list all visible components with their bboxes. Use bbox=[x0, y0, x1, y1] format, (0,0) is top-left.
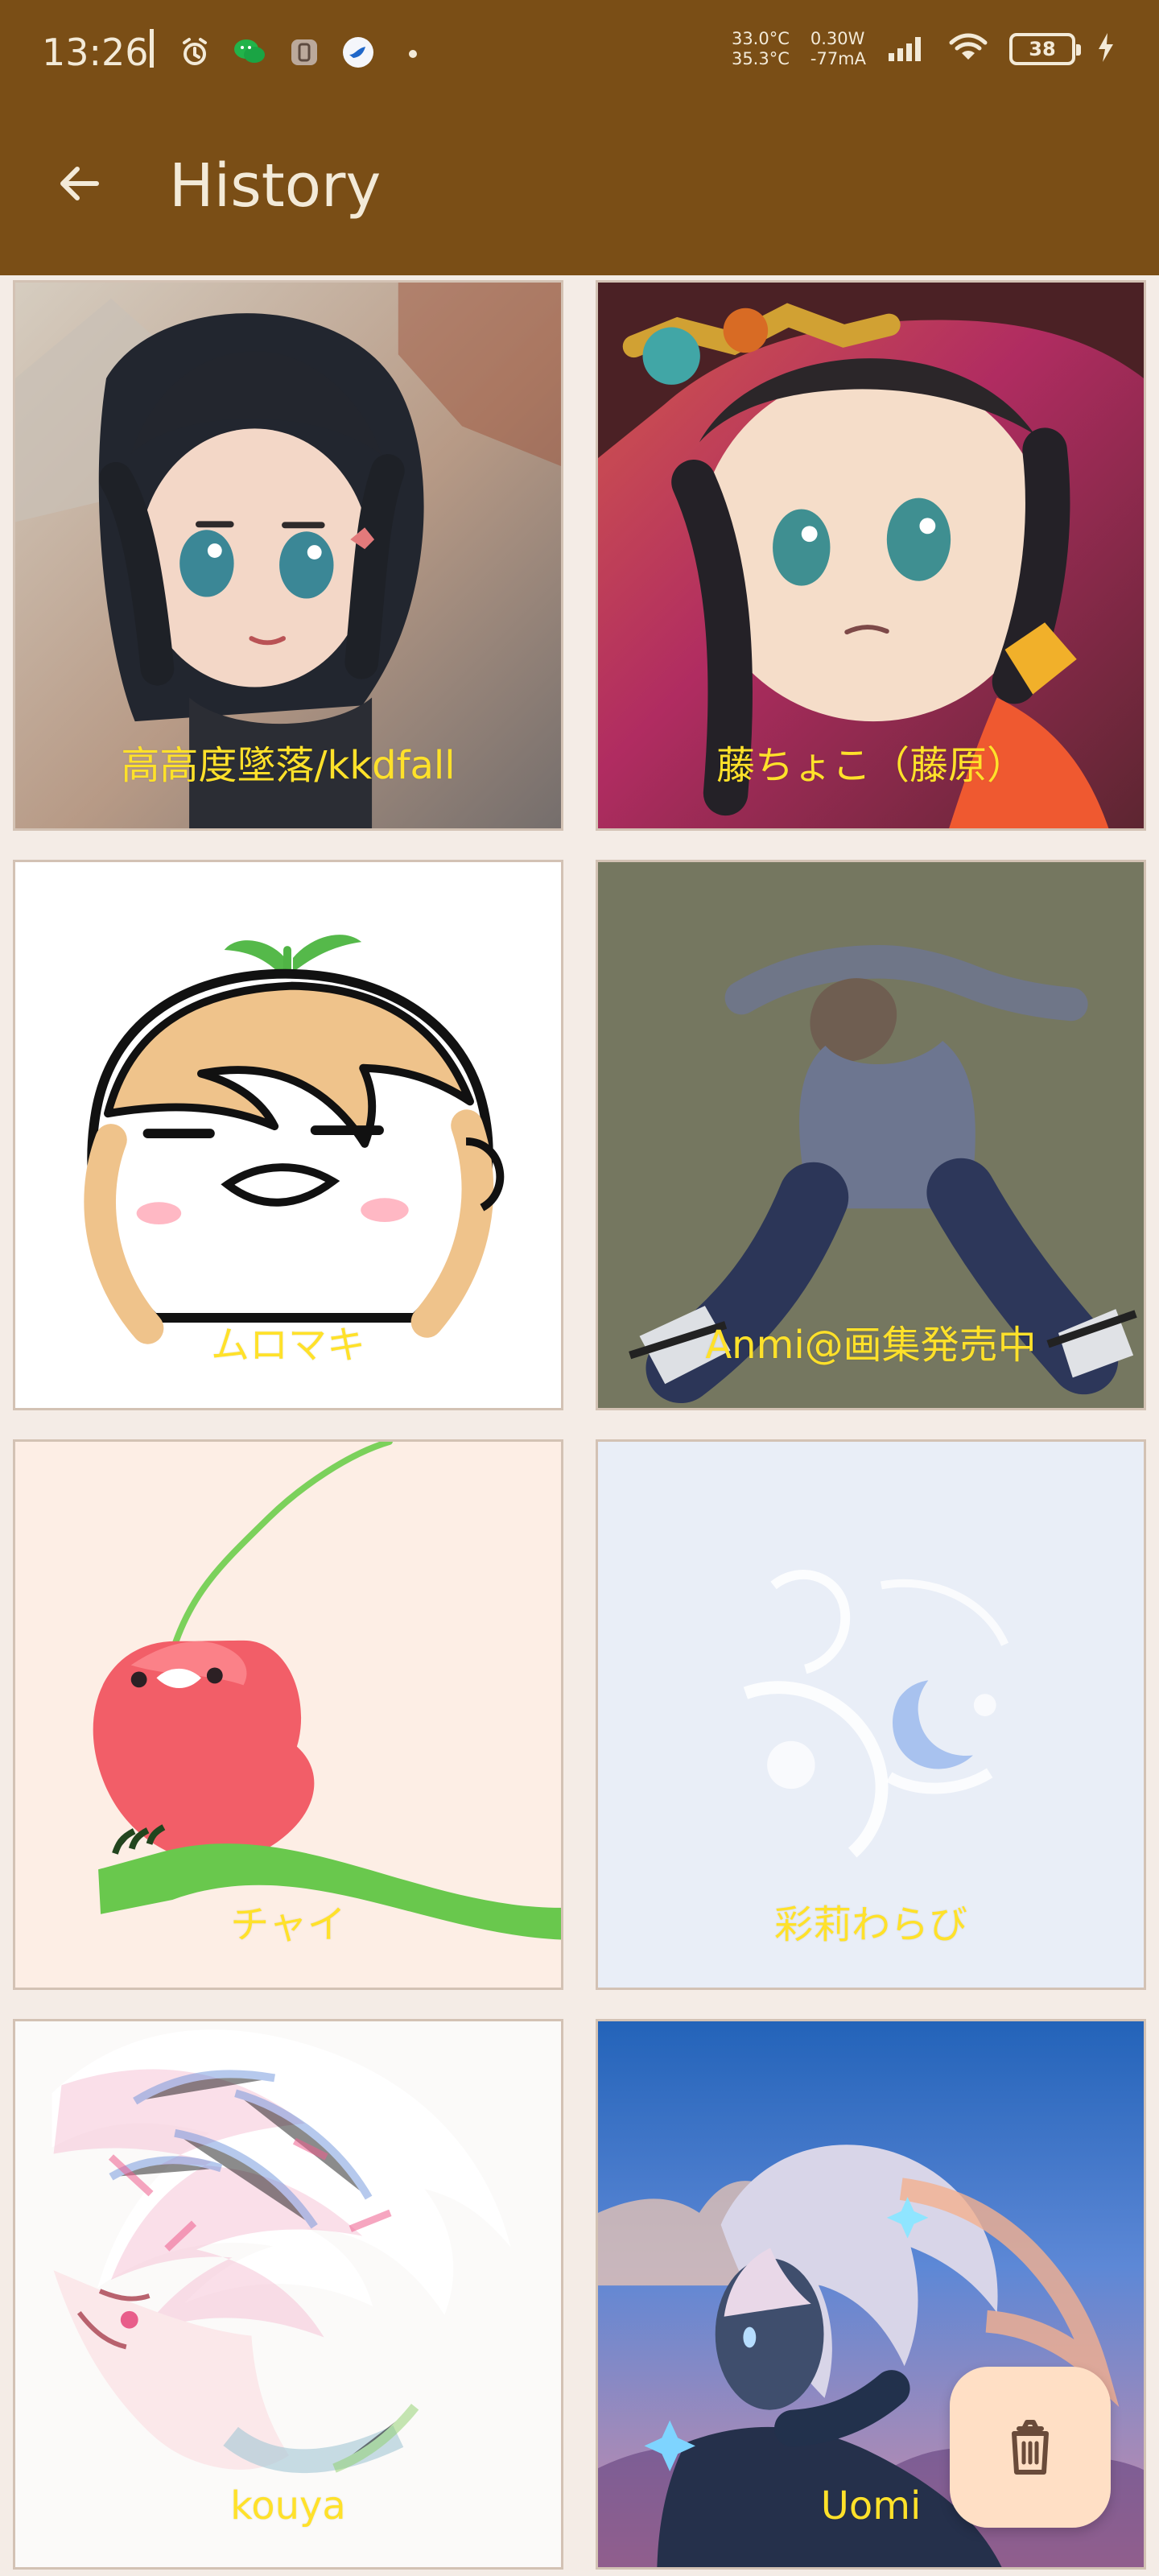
power-bottom: -77mA bbox=[810, 49, 866, 68]
status-icons bbox=[179, 35, 417, 72]
dot-icon bbox=[409, 50, 417, 58]
history-grid: 高高度墜落/kkdfall 藤ちょこ（藤原） ムロマキ Anmi@画集発売中 チ… bbox=[13, 275, 1146, 2576]
system-status: 33.0°C 35.3°C 0.30W -77mA 38 bbox=[732, 29, 1116, 69]
history-card[interactable]: kouya bbox=[13, 2019, 563, 2570]
phone-manager-icon bbox=[288, 36, 320, 72]
charging-icon bbox=[1096, 31, 1116, 67]
arrow-left-icon bbox=[53, 158, 105, 213]
battery-indicator: 38 bbox=[1009, 33, 1081, 65]
history-label: チャイ bbox=[230, 1902, 346, 1947]
temperature-readout: 33.0°C 35.3°C bbox=[732, 29, 790, 69]
history-card[interactable]: Anmi@画集発売中 bbox=[596, 860, 1146, 1410]
alarm-icon bbox=[179, 36, 211, 72]
app-bar: 13:26 33.0°C 35.3°C 0.30W -77mA 38 Histo… bbox=[0, 0, 1159, 275]
power-readout: 0.30W -77mA bbox=[810, 29, 866, 69]
history-card[interactable]: チャイ bbox=[13, 1439, 563, 1990]
history-label: 藤ちょこ（藤原） bbox=[716, 743, 1025, 788]
battery-level: 38 bbox=[1029, 38, 1056, 60]
history-label: ムロマキ bbox=[210, 1323, 365, 1368]
status-separator bbox=[150, 29, 154, 68]
history-card[interactable]: 藤ちょこ（藤原） bbox=[596, 280, 1146, 831]
trash-icon bbox=[996, 2413, 1064, 2483]
delete-history-button[interactable] bbox=[950, 2367, 1111, 2528]
history-card[interactable]: 高高度墜落/kkdfall bbox=[13, 280, 563, 831]
page-title: History bbox=[169, 151, 382, 221]
power-top: 0.30W bbox=[810, 29, 865, 48]
bird-app-icon bbox=[341, 35, 375, 72]
history-card[interactable]: ムロマキ bbox=[13, 860, 563, 1410]
chat-icon bbox=[232, 36, 267, 72]
history-label: kouya bbox=[230, 2483, 346, 2529]
back-button[interactable] bbox=[40, 147, 118, 224]
temperature-top: 33.0°C bbox=[731, 29, 790, 48]
signal-icon bbox=[887, 32, 927, 66]
status-time: 13:26 bbox=[42, 31, 149, 74]
temperature-bottom: 35.3°C bbox=[731, 49, 790, 68]
history-label: Anmi@画集発売中 bbox=[705, 1323, 1037, 1368]
wifi-icon bbox=[948, 32, 988, 66]
history-label: 彩莉わらび bbox=[773, 1902, 967, 1947]
history-card[interactable]: 彩莉わらび bbox=[596, 1439, 1146, 1990]
history-label: 高高度墜落/kkdfall bbox=[121, 743, 456, 788]
